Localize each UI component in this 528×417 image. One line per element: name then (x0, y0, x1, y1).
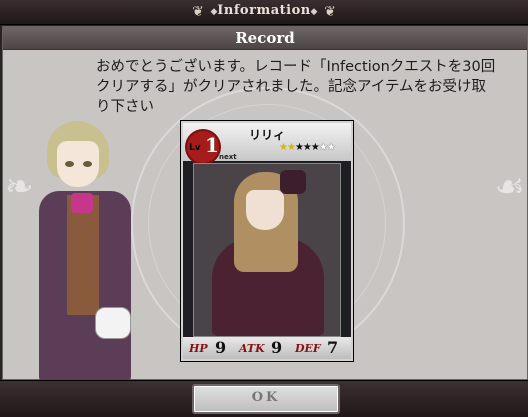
atk-value: 9 (271, 338, 283, 357)
next-label: next (219, 153, 237, 161)
record-title-bar: Record (3, 27, 527, 50)
header-title: Information (217, 3, 311, 18)
info-header-bar: ❦ ◆ Information ◆ ❦ (0, 0, 528, 25)
rarity-stars: ★★★★★★★ (279, 142, 336, 153)
card-artwork (193, 163, 341, 337)
record-message: おめでとうございます。レコード「Infectionクエストを30回クリアする」が… (96, 59, 496, 115)
card-header: リリィ ★★★★★★★ Lv 1 next (183, 123, 351, 163)
level-value: 1 (205, 133, 219, 157)
record-title: Record (235, 29, 295, 47)
card-stats: HP 9 ATK 9 DEF 7 (183, 337, 351, 359)
reward-card[interactable]: リリィ ★★★★★★★ Lv 1 next HP 9 ATK 9 DEF 7 (181, 121, 353, 361)
ornament-icon: ❦ (324, 4, 336, 20)
hp-label: HP (189, 342, 208, 355)
scroll-ornament-icon: ❧ (5, 167, 34, 207)
def-label: DEF (295, 342, 321, 355)
butler-character (33, 119, 143, 381)
ok-button[interactable]: OK (192, 384, 340, 414)
game-window: ❦ ◆ Information ◆ ❦ Record ❧ ☙ おめでとうございま… (0, 0, 528, 417)
ornament-icon: ◆ (310, 7, 318, 17)
record-panel: Record ❧ ☙ おめでとうございます。レコード「Infectionクエスト… (2, 26, 528, 381)
def-value: 7 (327, 338, 339, 357)
star-icon: ★★ (318, 142, 336, 153)
atk-label: ATK (239, 342, 265, 355)
level-label: Lv (189, 143, 201, 153)
scroll-ornament-icon: ☙ (494, 167, 525, 207)
hp-value: 9 (215, 338, 227, 357)
star-icon: ★★★ (294, 142, 320, 153)
star-icon: ★★ (279, 142, 296, 153)
